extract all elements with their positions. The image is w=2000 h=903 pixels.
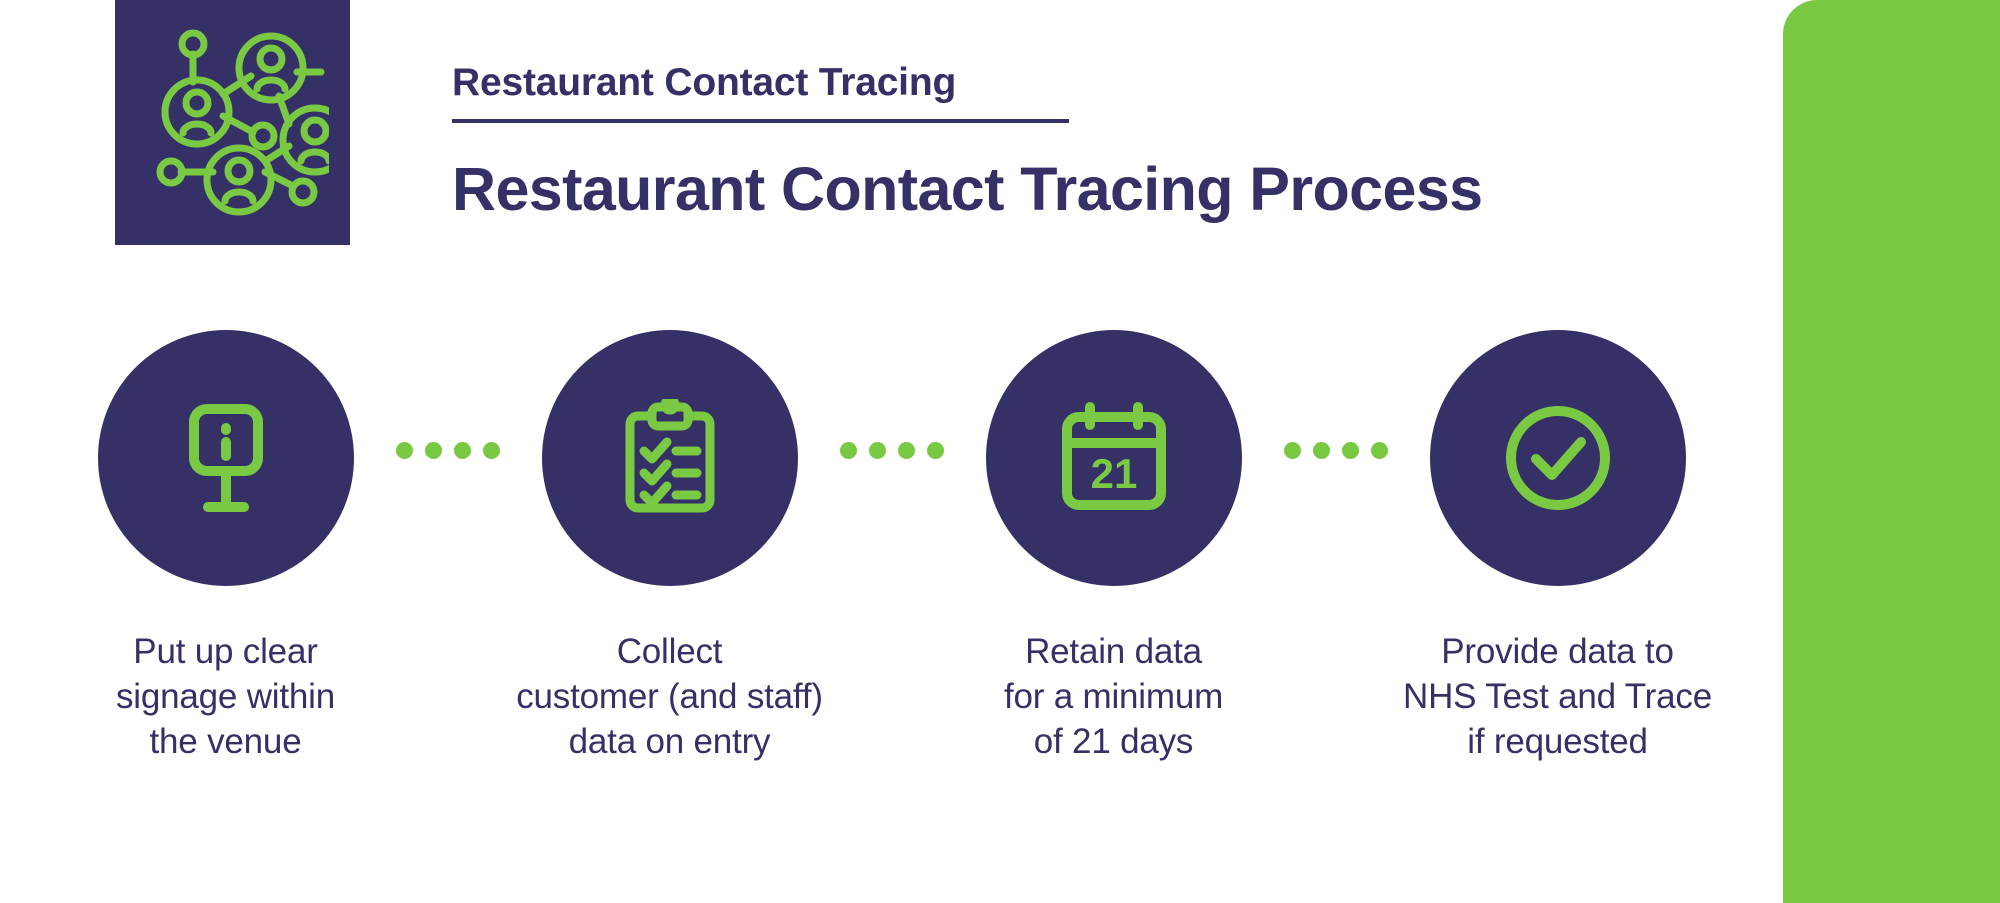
step-1: Put up clear signage within the venue bbox=[56, 330, 396, 764]
eyebrow-label: Restaurant Contact Tracing bbox=[452, 61, 957, 104]
connector-dot bbox=[424, 442, 442, 459]
infographic-canvas: Restaurant Contact Tracing Restaurant Co… bbox=[0, 0, 2000, 903]
eyebrow-rule bbox=[452, 118, 1069, 123]
process-steps: Put up clear signage within the venue Co… bbox=[0, 330, 1783, 764]
step-4-icon-circle bbox=[1429, 330, 1686, 586]
connector-dot bbox=[1283, 442, 1301, 459]
calendar-21-icon: 21 bbox=[1061, 402, 1166, 510]
connector-dot bbox=[868, 442, 886, 459]
step-1-icon-circle bbox=[97, 330, 354, 586]
logo-tile bbox=[115, 0, 350, 245]
step-2-icon-circle bbox=[541, 330, 798, 586]
clipboard-checklist-icon bbox=[625, 399, 714, 513]
connector-dot bbox=[839, 442, 857, 459]
step-4-caption: Provide data to NHS Test and Trace if re… bbox=[1403, 632, 1712, 761]
header: Restaurant Contact Tracing Restaurant Co… bbox=[452, 61, 1652, 223]
connector-dot bbox=[926, 442, 944, 459]
calendar-day-label: 21 bbox=[1090, 450, 1137, 497]
people-network-icon bbox=[156, 29, 329, 216]
step-3-caption: Retain data for a minimum of 21 days bbox=[1003, 632, 1224, 761]
connector-dot bbox=[897, 442, 915, 459]
brand-panel bbox=[1783, 0, 2000, 903]
step-2-caption: Collect customer (and staff) data on ent… bbox=[516, 632, 823, 761]
information-sign-icon bbox=[188, 404, 263, 512]
connector-dot bbox=[453, 442, 471, 459]
step-3-icon-circle: 21 bbox=[985, 330, 1242, 586]
connector-1 bbox=[395, 442, 500, 459]
connector-dot bbox=[1370, 442, 1388, 459]
connector-2 bbox=[839, 442, 944, 459]
connector-dot bbox=[395, 442, 413, 459]
check-circle-icon bbox=[1505, 406, 1610, 510]
step-4: Provide data to NHS Test and Trace if re… bbox=[1388, 330, 1728, 764]
connector-dot bbox=[1312, 442, 1330, 459]
connector-dot bbox=[1341, 442, 1359, 459]
page-title: Restaurant Contact Tracing Process bbox=[452, 154, 1483, 223]
connector-3 bbox=[1283, 442, 1388, 459]
step-1-caption: Put up clear signage within the venue bbox=[115, 632, 335, 761]
connector-dot bbox=[482, 442, 500, 459]
step-3: 21 Retain data for a minimum of 21 days bbox=[944, 330, 1284, 764]
step-2: Collect customer (and staff) data on ent… bbox=[500, 330, 840, 764]
